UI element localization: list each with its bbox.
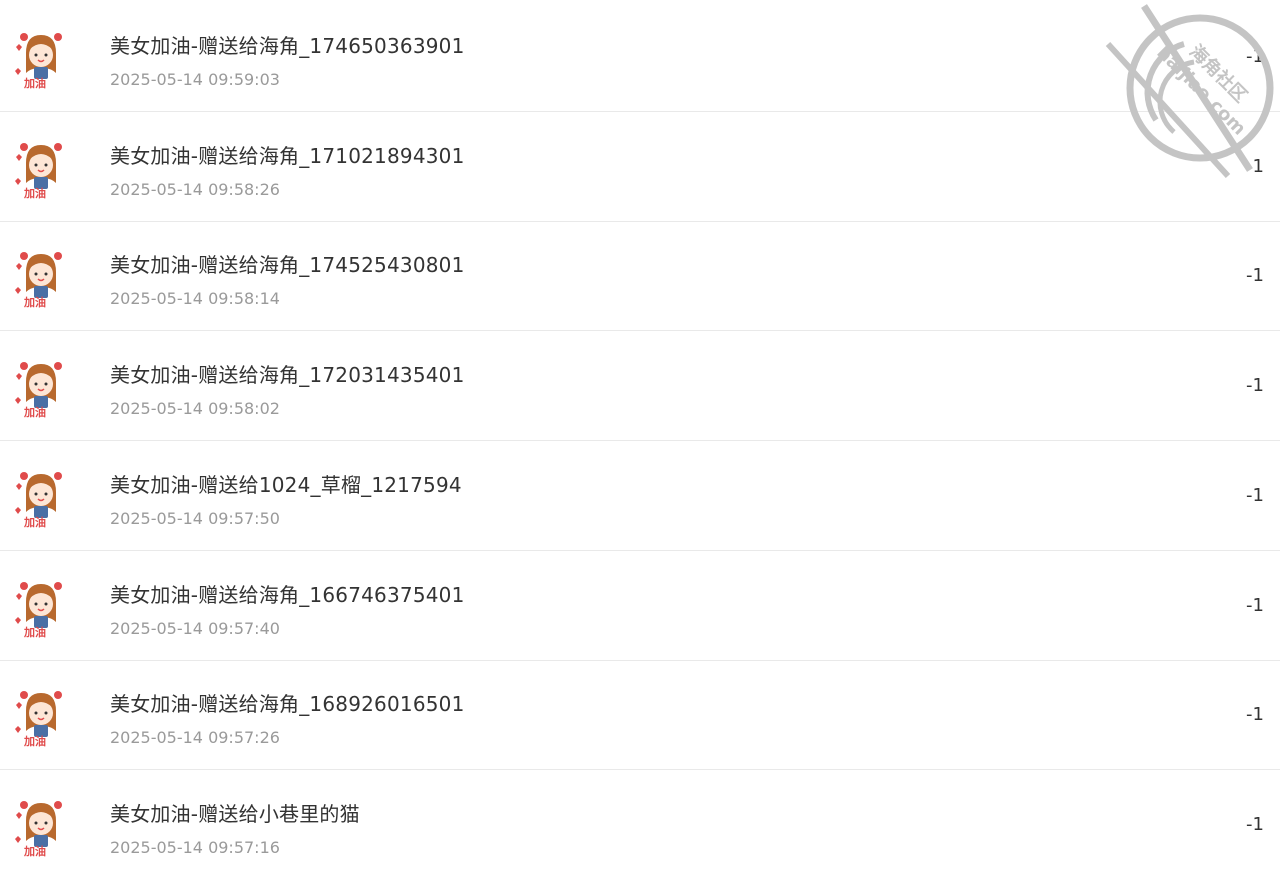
list-item[interactable]: 加油 美女加油-赠送给1024_草榴_1217594 2025-05-14 09… <box>0 442 1280 551</box>
record-amount: -1 <box>1246 156 1264 177</box>
girl-cheering-sticker-icon: 加油 <box>15 33 62 89</box>
record-title: 美女加油-赠送给1024_草榴_1217594 <box>110 473 462 497</box>
list-item[interactable]: 加油 美女加油-赠送给海角_174650363901 2025-05-14 09… <box>0 3 1280 112</box>
svg-text:加油: 加油 <box>23 186 46 199</box>
list-item[interactable]: 加油 美女加油-赠送给海角_171021894301 2025-05-14 09… <box>0 113 1280 222</box>
record-amount: -1 <box>1246 485 1264 506</box>
record-amount: -1 <box>1246 265 1264 286</box>
girl-cheering-sticker-icon: 加油 <box>15 691 62 747</box>
record-amount: -1 <box>1246 814 1264 835</box>
record-title: 美女加油-赠送给海角_168926016501 <box>110 692 465 716</box>
svg-text:加油: 加油 <box>23 76 46 89</box>
list-item[interactable]: 加油 美女加油-赠送给海角_174525430801 2025-05-14 09… <box>0 222 1280 331</box>
record-title: 美女加油-赠送给海角_171021894301 <box>110 144 465 168</box>
record-amount: -1 <box>1246 595 1264 616</box>
list-item[interactable]: 加油 美女加油-赠送给海角_166746375401 2025-05-14 09… <box>0 552 1280 661</box>
svg-text:加油: 加油 <box>23 844 46 857</box>
gift-record-list: 加油 美女加油-赠送给海角_174650363901 2025-05-14 09… <box>0 0 1280 878</box>
record-time: 2025-05-14 09:58:02 <box>110 399 280 418</box>
record-title: 美女加油-赠送给海角_172031435401 <box>110 363 465 387</box>
record-title: 美女加油-赠送给小巷里的猫 <box>110 802 360 826</box>
list-item[interactable]: 加油 美女加油-赠送给海角_172031435401 2025-05-14 09… <box>0 332 1280 441</box>
svg-text:加油: 加油 <box>23 515 46 528</box>
svg-text:加油: 加油 <box>23 734 46 747</box>
record-time: 2025-05-14 09:57:50 <box>110 509 280 528</box>
record-title: 美女加油-赠送给海角_174650363901 <box>110 34 465 58</box>
record-title: 美女加油-赠送给海角_174525430801 <box>110 253 465 277</box>
girl-cheering-sticker-icon: 加油 <box>15 582 62 638</box>
girl-cheering-sticker-icon: 加油 <box>15 472 62 528</box>
list-item[interactable]: 加油 美女加油-赠送给海角_168926016501 2025-05-14 09… <box>0 661 1280 770</box>
svg-text:加油: 加油 <box>23 405 46 418</box>
girl-cheering-sticker-icon: 加油 <box>15 362 62 418</box>
svg-text:加油: 加油 <box>23 625 46 638</box>
girl-cheering-sticker-icon: 加油 <box>15 801 62 857</box>
girl-cheering-sticker-icon: 加油 <box>15 143 62 199</box>
svg-text:加油: 加油 <box>23 295 46 308</box>
list-item[interactable]: 加油 美女加油-赠送给小巷里的猫 2025-05-14 09:57:16 -1 <box>0 771 1280 878</box>
record-amount: -1 <box>1246 375 1264 396</box>
record-time: 2025-05-14 09:57:26 <box>110 728 280 747</box>
record-time: 2025-05-14 09:57:40 <box>110 619 280 638</box>
record-time: 2025-05-14 09:59:03 <box>110 70 280 89</box>
girl-cheering-sticker-icon: 加油 <box>15 252 62 308</box>
record-time: 2025-05-14 09:58:26 <box>110 180 280 199</box>
record-amount: -1 <box>1246 704 1264 725</box>
record-time: 2025-05-14 09:57:16 <box>110 838 280 857</box>
record-time: 2025-05-14 09:58:14 <box>110 289 280 308</box>
record-amount: -1 <box>1246 46 1264 67</box>
record-title: 美女加油-赠送给海角_166746375401 <box>110 583 465 607</box>
